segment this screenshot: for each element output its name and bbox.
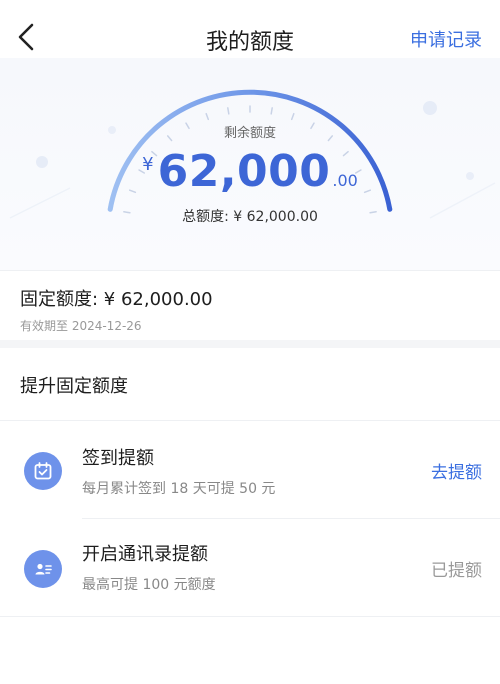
contact-card-icon (24, 550, 62, 588)
fixed-quota-validity: 有效期至 2024-12-26 (20, 319, 142, 333)
amount-decimal: .00 (332, 171, 358, 190)
fixed-quota-value: 固定额度: ¥ 62,000.00 (20, 289, 213, 310)
boost-item-contacts: 开启通讯录提额 最高可提 100 元额度 已提额 (0, 520, 500, 616)
quota-hero: 剩余额度 ¥62,000.00 总额度: ¥ 62,000.00 (0, 58, 500, 270)
page-title: 我的额度 (205, 30, 294, 55)
fixed-quota-section: 固定额度: ¥ 62,000.00 有效期至 2024-12-26 (0, 270, 500, 340)
remaining-quota-amount: ¥62,000.00 (0, 146, 500, 197)
gauge-tick (270, 107, 273, 115)
boost-item-desc: 最高可提 100 元额度 (82, 577, 216, 593)
boost-item-name: 开启通讯录提额 (82, 544, 208, 565)
divider (0, 420, 500, 421)
gauge-tick (227, 107, 230, 115)
divider (0, 616, 500, 617)
boost-item-name: 签到提额 (82, 448, 154, 469)
divider (82, 518, 500, 519)
currency-symbol: ¥ (142, 154, 154, 175)
section-gap (0, 340, 500, 348)
back-button[interactable] (14, 22, 38, 52)
boost-checkin-button[interactable]: 去提额 (431, 458, 482, 483)
amount-integer: 62,000 (157, 146, 331, 197)
gauge-tick (290, 112, 295, 121)
remaining-quota-label: 剩余额度 (223, 126, 276, 141)
application-records-link[interactable]: 申请记录 (410, 26, 482, 52)
boost-item-desc: 每月累计签到 18 天可提 50 元 (82, 481, 276, 497)
total-quota: 总额度: ¥ 62,000.00 (182, 209, 318, 225)
gauge-tick (205, 112, 210, 121)
decor-dot (423, 101, 437, 115)
boost-contacts-status: 已提额 (431, 561, 482, 581)
calendar-check-icon (24, 452, 62, 490)
chevron-left-icon (18, 23, 34, 51)
boost-item-checkin: 签到提额 每月累计签到 18 天可提 50 元 去提额 (0, 422, 500, 518)
section-title-boost: 提升固定额度 (20, 376, 128, 397)
